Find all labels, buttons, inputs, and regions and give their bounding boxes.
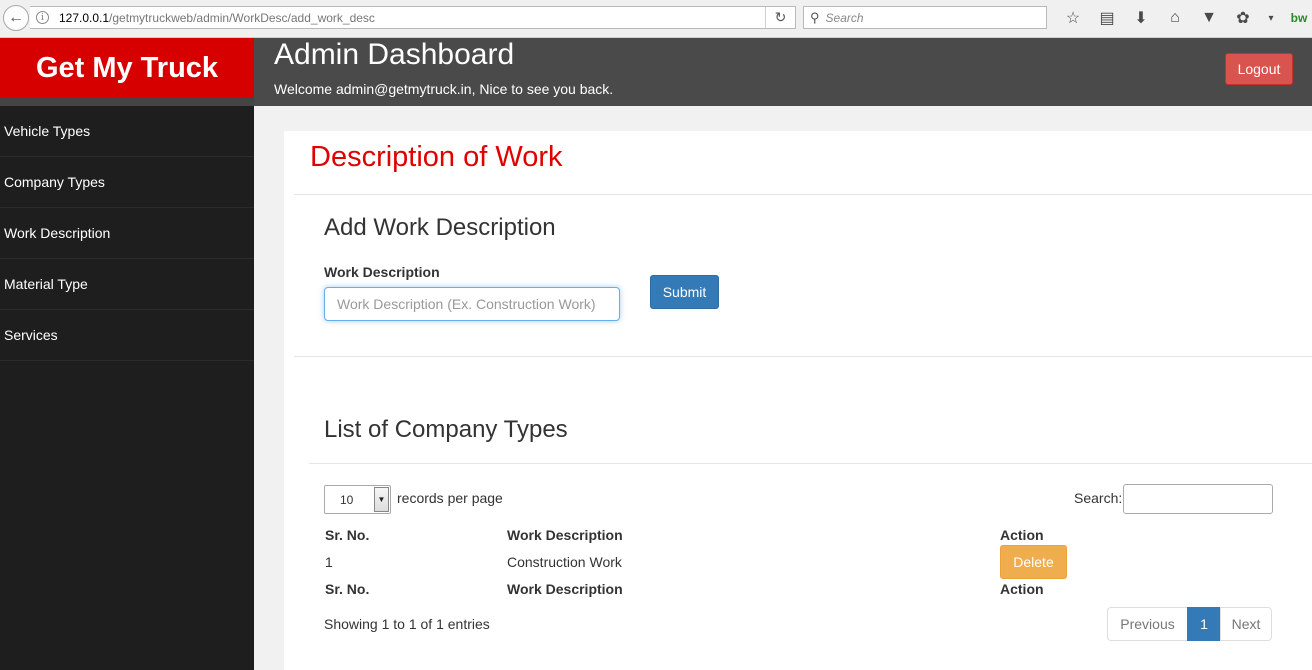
- header-title: Admin Dashboard: [274, 38, 515, 71]
- url-path: /getmytruckweb/admin/WorkDesc/add_work_d…: [109, 10, 375, 25]
- divider: [294, 194, 1312, 195]
- column-header-sr-no[interactable]: Sr. No.: [325, 527, 369, 543]
- submit-button[interactable]: Submit: [650, 275, 719, 309]
- pocket-icon[interactable]: ▼: [1192, 6, 1226, 30]
- reading-list-icon[interactable]: ▤: [1090, 6, 1124, 30]
- sidebar-item-work-description[interactable]: Work Description: [0, 208, 254, 259]
- chevron-down-icon[interactable]: ▾: [1260, 6, 1282, 30]
- content-panel: Description of Work Add Work Description…: [284, 131, 1312, 670]
- welcome-message: Welcome admin@getmytruck.in, Nice to see…: [274, 81, 614, 97]
- brand-block: Get My Truck: [0, 38, 254, 106]
- home-icon[interactable]: ⌂: [1158, 6, 1192, 30]
- list-title: List of Company Types: [324, 416, 568, 443]
- reload-icon[interactable]: ↻: [765, 7, 795, 28]
- main-content: Description of Work Add Work Description…: [254, 106, 1312, 670]
- pagination-next[interactable]: Next: [1220, 607, 1272, 641]
- top-header: Admin Dashboard Welcome admin@getmytruck…: [254, 38, 1312, 106]
- pagination: Previous 1 Next: [1107, 607, 1272, 641]
- sidebar-item-company-types[interactable]: Company Types: [0, 157, 254, 208]
- back-arrow-icon[interactable]: ←: [3, 5, 29, 31]
- sidebar: Vehicle Types Company Types Work Descrip…: [0, 106, 254, 670]
- pagination-page-1[interactable]: 1: [1187, 607, 1221, 641]
- delete-button[interactable]: Delete: [1000, 545, 1067, 579]
- column-footer-work-description: Work Description: [507, 581, 623, 597]
- browser-toolbar: ← i 127.0.0.1/getmytruckweb/admin/WorkDe…: [0, 0, 1312, 38]
- sidebar-item-services[interactable]: Services: [0, 310, 254, 361]
- table-info: Showing 1 to 1 of 1 entries: [324, 616, 490, 632]
- records-per-page-select[interactable]: 10 ▼: [324, 485, 391, 514]
- records-per-page-label: records per page: [397, 490, 503, 506]
- column-header-work-description[interactable]: Work Description: [507, 527, 623, 543]
- extension-icon[interactable]: ✿: [1226, 6, 1260, 30]
- column-footer-sr-no: Sr. No.: [325, 581, 370, 597]
- browser-toolbar-icons: ☆ ▤ ⬇ ⌂ ▼ ✿ ▾ bw: [1056, 6, 1312, 30]
- column-header-action[interactable]: Action: [1000, 527, 1044, 543]
- table-search-input[interactable]: [1123, 484, 1273, 514]
- search-icon: ⚲: [810, 9, 820, 25]
- form-title: Add Work Description: [324, 214, 556, 241]
- page-title: Description of Work: [310, 141, 563, 173]
- work-description-label: Work Description: [324, 264, 440, 280]
- url-host: 127.0.0.1: [59, 10, 110, 25]
- cell-sr-no: 1: [325, 554, 333, 570]
- address-bar[interactable]: i 127.0.0.1/getmytruckweb/admin/WorkDesc…: [30, 6, 796, 29]
- addon-bw-icon[interactable]: bw: [1282, 6, 1312, 30]
- cell-work-description: Construction Work: [507, 554, 622, 570]
- records-per-page-value: 10: [340, 492, 354, 507]
- sidebar-item-vehicle-types[interactable]: Vehicle Types: [0, 106, 254, 157]
- table-search-label: Search:: [1074, 490, 1123, 506]
- divider: [294, 356, 1312, 357]
- column-footer-action: Action: [1000, 581, 1044, 597]
- browser-search-input[interactable]: ⚲ Search: [803, 6, 1047, 29]
- info-icon[interactable]: i: [36, 11, 49, 24]
- logout-button[interactable]: Logout: [1225, 53, 1293, 85]
- divider: [309, 463, 1312, 464]
- sidebar-item-material-type[interactable]: Material Type: [0, 259, 254, 310]
- pagination-previous[interactable]: Previous: [1107, 607, 1188, 641]
- brand-logo[interactable]: Get My Truck: [0, 38, 254, 98]
- download-icon[interactable]: ⬇: [1124, 6, 1158, 30]
- chevron-down-icon[interactable]: ▼: [374, 487, 389, 512]
- work-description-input[interactable]: [324, 287, 620, 321]
- browser-search-placeholder: Search: [825, 10, 864, 25]
- bookmark-star-icon[interactable]: ☆: [1056, 6, 1090, 30]
